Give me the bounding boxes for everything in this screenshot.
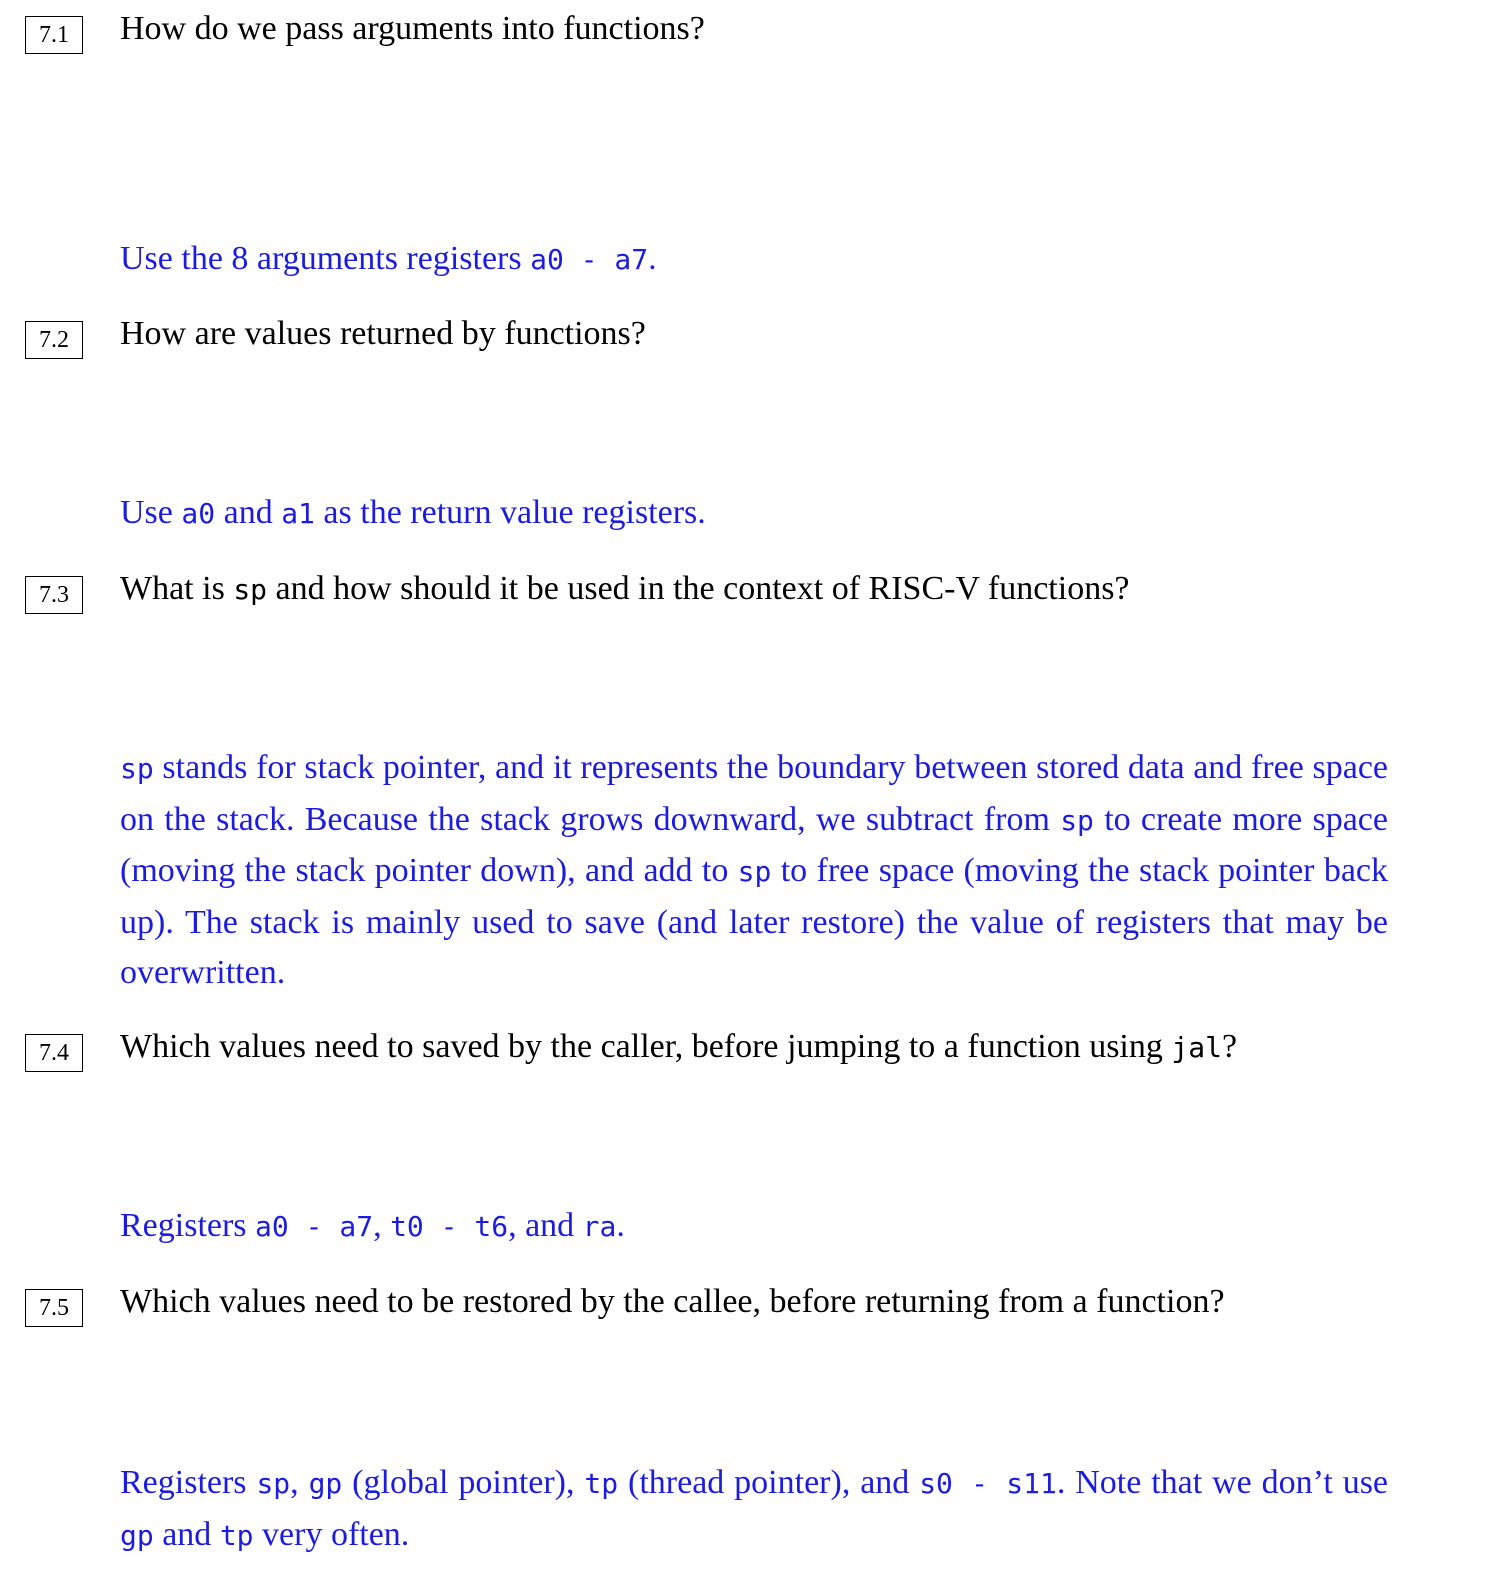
text-segment: and [215,494,282,531]
question-number-box: 7.2 [25,321,83,359]
text-segment: and how should it be used in the context… [267,570,1130,607]
text-segment: Registers [120,1207,256,1244]
text-segment: and [153,1515,220,1553]
text-segment: How are values returned by functions? [120,315,646,352]
inline-code: a1 [281,497,315,530]
inline-code: tp [219,1518,254,1552]
question-text: What is sp and how should it be used in … [120,570,1408,608]
text-segment: . [648,240,657,277]
text-segment: How do we pass arguments into functions? [120,10,705,47]
inline-code: sp [120,752,154,785]
text-segment: Which values need to be restored by the … [120,1283,1225,1320]
text-segment: as the return value registers. [314,494,706,531]
text-segment: (thread pointer), and [618,1464,920,1501]
text-segment: Use [120,494,182,531]
text-segment: What is [120,570,234,607]
inline-code: a0 [181,497,216,530]
question-text: Which values need to saved by the caller… [120,1028,1408,1066]
question-text: Which values need to be restored by the … [120,1283,1408,1321]
inline-code: t0 - t6 [390,1210,509,1243]
inline-code: sp [1060,803,1094,837]
inline-code: gp [308,1467,343,1500]
text-segment: Use the 8 arguments registers [120,240,531,277]
inline-code: sp [256,1467,291,1500]
answer-text: Use the 8 arguments registers a0 - a7. [120,234,1388,286]
text-segment: very often. [253,1515,410,1553]
inline-code: sp [737,855,772,888]
text-segment: Registers [120,1464,257,1501]
inline-code: s0 - s11 [919,1467,1057,1500]
question-number-box: 7.5 [25,1289,83,1327]
text-segment: , and [508,1207,583,1244]
inline-code: sp [233,573,268,606]
inline-code: jal [1171,1031,1222,1064]
answer-text: sp stands for stack pointer, and it repr… [120,743,1388,999]
inline-code: a0 - a7 [255,1210,374,1243]
question-number-box: 7.4 [25,1034,83,1072]
text-segment: , [290,1464,309,1501]
answer-text: Use a0 and a1 as the return value regist… [120,488,1388,540]
answer-text: Registers sp, gp (global pointer), tp (t… [120,1458,1388,1561]
question-number-box: 7.3 [25,576,83,614]
text-segment: Which values need to saved by the caller… [120,1028,1172,1065]
text-segment: ? [1221,1028,1238,1065]
inline-code: tp [584,1467,619,1500]
text-segment: , [373,1207,391,1244]
text-segment: . Note that we don’t use [1056,1464,1389,1501]
question-text: How do we pass arguments into functions? [120,10,1408,48]
inline-code: a0 - a7 [530,243,649,276]
text-segment: (global pointer), [342,1464,585,1501]
text-segment: . [616,1207,625,1244]
inline-code: ra [582,1210,617,1243]
question-number-box: 7.1 [25,16,83,54]
inline-code: gp [120,1518,154,1552]
answer-text: Registers a0 - a7, t0 - t6, and ra. [120,1201,1388,1253]
question-text: How are values returned by functions? [120,315,1408,353]
